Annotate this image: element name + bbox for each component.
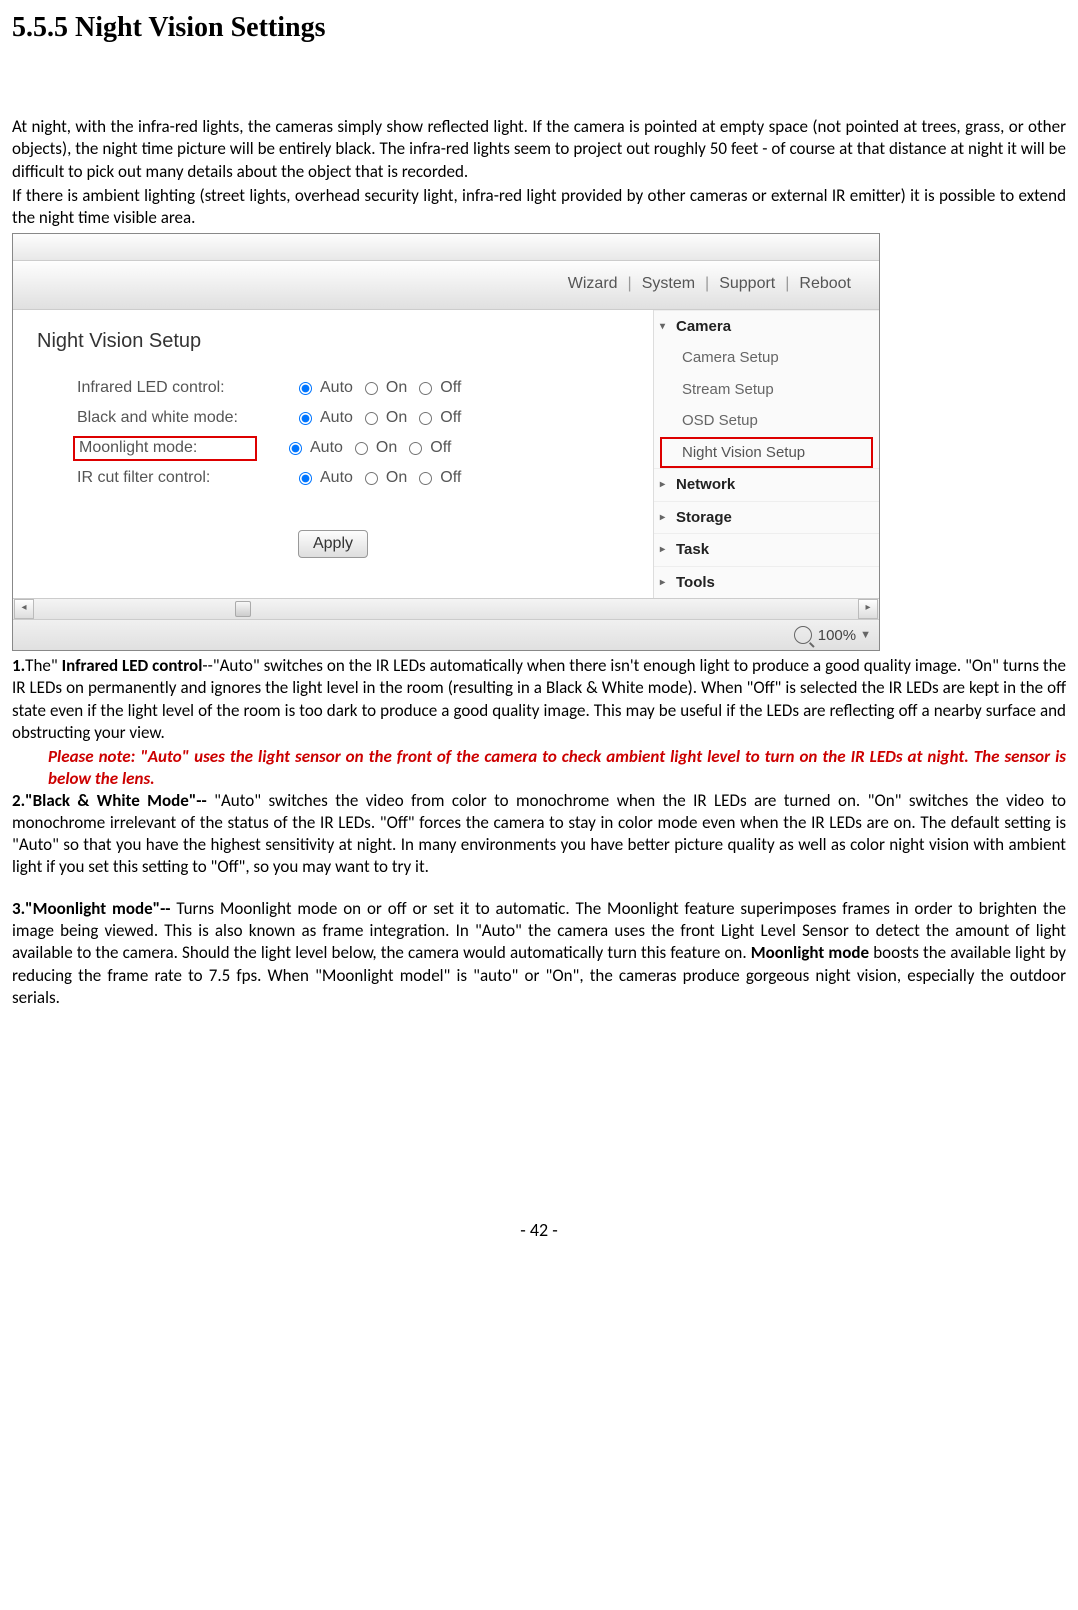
- radio-ircut-on[interactable]: [365, 472, 378, 485]
- zoom-value[interactable]: 100%: [818, 626, 856, 646]
- radio-ircut-auto[interactable]: [299, 472, 312, 485]
- sidebar-task[interactable]: Task: [654, 533, 879, 566]
- radio-bw-auto[interactable]: [299, 412, 312, 425]
- status-bar: 100% ▼: [13, 619, 879, 650]
- radio-ir-off[interactable]: [419, 382, 432, 395]
- label-moonlight-highlighted: Moonlight mode:: [73, 436, 257, 461]
- label-infrared-led: Infrared LED control:: [37, 378, 293, 399]
- item-1-text: 1.The" Infrared LED control--"Auto" swit…: [12, 655, 1066, 743]
- label-bw-mode: Black and white mode:: [37, 408, 293, 429]
- item1-lead: 1.: [12, 655, 25, 676]
- sidebar-stream-setup[interactable]: Stream Setup: [654, 374, 879, 406]
- sidebar: Camera Camera Setup Stream Setup OSD Set…: [654, 310, 879, 599]
- toolbar-reboot[interactable]: Reboot: [789, 274, 861, 295]
- window-titlebar: [13, 234, 879, 261]
- item3-bold: 3."Moonlight mode"--: [12, 898, 171, 919]
- sidebar-camera[interactable]: Camera: [654, 310, 879, 343]
- horizontal-scrollbar[interactable]: ◂ ▸: [13, 598, 879, 619]
- section-heading: 5.5.5 Night Vision Settings: [12, 10, 1066, 46]
- scroll-left-arrow-icon[interactable]: ◂: [14, 599, 34, 619]
- radio-moon-auto[interactable]: [289, 442, 302, 455]
- toolbar-system[interactable]: System: [632, 274, 705, 295]
- zoom-dropdown-icon[interactable]: ▼: [860, 628, 871, 642]
- item-2-text: 2."Black & White Mode"-- "Auto" switches…: [12, 790, 1066, 878]
- top-toolbar: Wizard | System | Support | Reboot: [13, 261, 879, 310]
- opt-auto: Auto: [320, 468, 353, 489]
- note-red: Please note: "Auto" uses the light senso…: [12, 746, 1066, 790]
- scroll-thumb[interactable]: [235, 601, 251, 617]
- opt-auto: Auto: [320, 408, 353, 429]
- intro-paragraph-1: At night, with the infra-red lights, the…: [12, 116, 1066, 182]
- opt-on: On: [386, 408, 407, 429]
- sidebar-storage[interactable]: Storage: [654, 501, 879, 534]
- row-ircut: IR cut filter control: Auto On Off: [37, 464, 629, 494]
- item3-mid-bold: Moonlight mode: [751, 942, 869, 963]
- main-panel: Night Vision Setup Infrared LED control:…: [13, 310, 654, 599]
- sidebar-network[interactable]: Network: [654, 468, 879, 501]
- sidebar-camera-setup[interactable]: Camera Setup: [654, 342, 879, 374]
- opt-off: Off: [440, 378, 461, 399]
- opt-auto: Auto: [320, 378, 353, 399]
- toolbar-support[interactable]: Support: [709, 274, 785, 295]
- radio-bw-on[interactable]: [365, 412, 378, 425]
- apply-button[interactable]: Apply: [298, 530, 368, 558]
- radio-bw-off[interactable]: [419, 412, 432, 425]
- item2-bold: 2."Black & White Mode"--: [12, 790, 207, 811]
- row-moonlight: Moonlight mode: Auto On Off: [37, 434, 629, 464]
- label-ircut: IR cut filter control:: [37, 468, 293, 489]
- sidebar-night-vision-highlighted[interactable]: Night Vision Setup: [660, 437, 873, 469]
- zoom-icon[interactable]: [794, 626, 812, 644]
- opt-off: Off: [440, 468, 461, 489]
- opt-auto: Auto: [310, 438, 343, 459]
- opt-on: On: [386, 378, 407, 399]
- sidebar-tools[interactable]: Tools: [654, 566, 879, 599]
- sidebar-osd-setup[interactable]: OSD Setup: [654, 405, 879, 437]
- screenshot-window: Wizard | System | Support | Reboot Night…: [12, 233, 880, 652]
- intro-paragraph-2: If there is ambient lighting (street lig…: [12, 185, 1066, 229]
- item-3-text: 3."Moonlight mode"-- Turns Moonlight mod…: [12, 898, 1066, 1008]
- radio-moon-on[interactable]: [355, 442, 368, 455]
- item1-bold: Infrared LED control: [62, 655, 203, 676]
- row-infrared-led: Infrared LED control: Auto On Off: [37, 374, 629, 404]
- scroll-right-arrow-icon[interactable]: ▸: [858, 599, 878, 619]
- opt-off: Off: [430, 438, 451, 459]
- radio-ircut-off[interactable]: [419, 472, 432, 485]
- toolbar-wizard[interactable]: Wizard: [558, 274, 628, 295]
- page-number: - 42 -: [12, 1219, 1066, 1242]
- radio-ir-on[interactable]: [365, 382, 378, 395]
- panel-title: Night Vision Setup: [37, 328, 629, 354]
- opt-on: On: [386, 468, 407, 489]
- opt-on: On: [376, 438, 397, 459]
- radio-ir-auto[interactable]: [299, 382, 312, 395]
- row-bw-mode: Black and white mode: Auto On Off: [37, 404, 629, 434]
- opt-off: Off: [440, 408, 461, 429]
- radio-moon-off[interactable]: [409, 442, 422, 455]
